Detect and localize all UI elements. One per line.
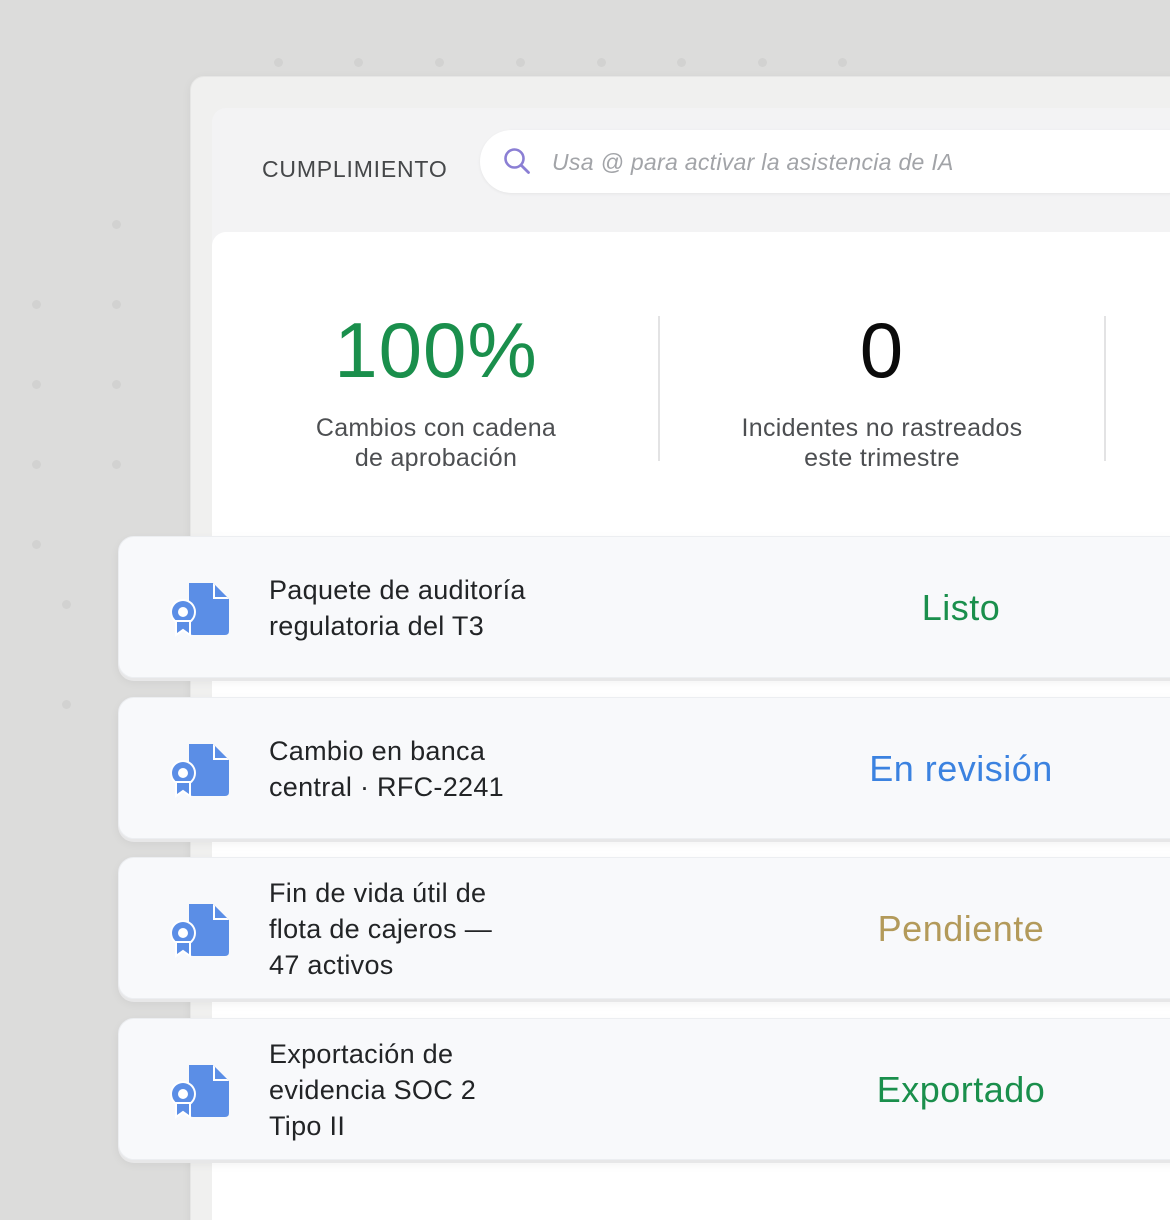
status-label: Listo: [921, 587, 1001, 628]
stat-approval-chain: 100% Cambios con cadena de aprobación: [262, 305, 610, 473]
stat-divider: [1104, 316, 1106, 461]
ai-search-bar[interactable]: [480, 130, 1170, 193]
search-input[interactable]: [552, 142, 1170, 182]
certificate-document-icon: [170, 904, 229, 958]
list-item[interactable]: Fin de vida útil de flota de cajeros — 4…: [118, 857, 1170, 999]
list-item[interactable]: Exportación de evidencia SOC 2 Tipo II E…: [118, 1018, 1170, 1160]
certificate-document-icon: [170, 1065, 229, 1119]
item-title: Exportación de evidencia SOC 2 Tipo II: [269, 1039, 477, 1141]
stat-caption: Incidentes no rastreados este trimestre: [741, 414, 1023, 472]
item-title: Paquete de auditoría regulatoria del T3: [269, 575, 526, 641]
stat-caption: Cambios con cadena de aprobación: [315, 414, 557, 472]
search-icon: [504, 148, 530, 174]
certificate-document-icon: [170, 744, 229, 798]
stat-value: 100%: [334, 306, 538, 394]
status-label: Exportado: [876, 1069, 1046, 1110]
section-title: CUMPLIMIENTO: [262, 156, 448, 182]
stat-untracked-incidents: 0 Incidentes no rastreados este trimestr…: [708, 305, 1056, 473]
stat-divider: [658, 316, 660, 461]
status-label: Pendiente: [877, 908, 1045, 949]
item-title: Cambio en banca central · RFC-2241: [269, 736, 504, 802]
list-item[interactable]: Cambio en banca central · RFC-2241 En re…: [118, 697, 1170, 839]
certificate-document-icon: [170, 583, 229, 637]
item-title: Fin de vida útil de flota de cajeros — 4…: [269, 878, 493, 980]
list-item[interactable]: Paquete de auditoría regulatoria del T3 …: [118, 536, 1170, 678]
status-label: En revisión: [869, 748, 1053, 789]
stat-value: 0: [859, 306, 905, 394]
